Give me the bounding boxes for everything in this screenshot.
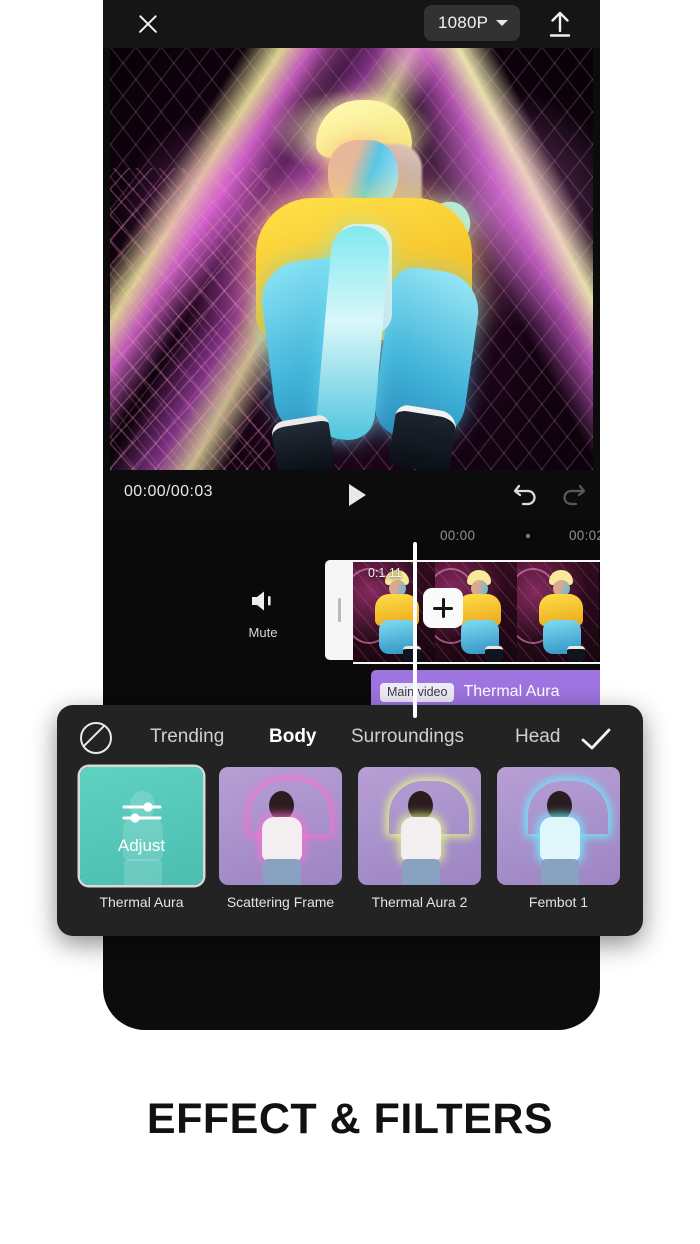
upload-icon-svg bbox=[549, 11, 571, 37]
effect-track-name: Thermal Aura bbox=[463, 683, 560, 700]
preview-photo bbox=[110, 48, 593, 470]
no-effect-icon[interactable] bbox=[80, 722, 112, 754]
page-title: EFFECT & FILTERS bbox=[146, 1095, 554, 1143]
tab-surroundings[interactable]: Surroundings bbox=[351, 726, 464, 748]
adjust-label: Adjust bbox=[117, 835, 166, 855]
effect-item-fembot-1[interactable]: Fembot 1 bbox=[497, 767, 620, 935]
effect-thumbnail-art bbox=[520, 775, 598, 885]
effect-thumbnail-art bbox=[381, 775, 459, 885]
effect-item-thermal-aura[interactable]: Adjust Thermal Aura bbox=[80, 767, 203, 935]
effect-label: Thermal Aura 2 bbox=[371, 894, 468, 910]
close-icon[interactable] bbox=[133, 9, 163, 39]
check-icon-svg bbox=[581, 728, 611, 750]
clip-frame bbox=[517, 562, 599, 662]
resolution-selector[interactable]: 1080P bbox=[424, 5, 521, 41]
redo-icon[interactable] bbox=[558, 480, 588, 513]
tab-head[interactable]: Head bbox=[515, 726, 560, 748]
effect-label: Scattering Frame bbox=[226, 894, 335, 910]
timeline-ruler[interactable]: 00:00 00:02 bbox=[103, 518, 600, 554]
effects-panel: Trending Body Surroundings Head Adjust T… bbox=[57, 705, 643, 936]
tab-body[interactable]: Body bbox=[269, 726, 317, 748]
timeline[interactable]: 00:00 00:02 Mute bbox=[103, 518, 600, 718]
sliders-icon bbox=[122, 801, 161, 823]
video-preview[interactable] bbox=[110, 48, 593, 470]
effect-thumbnail bbox=[497, 767, 620, 885]
effect-item-thermal-aura-2[interactable]: Thermal Aura 2 bbox=[358, 767, 481, 935]
undo-icon-svg bbox=[513, 484, 536, 506]
add-clip-button[interactable] bbox=[423, 588, 463, 628]
redo-icon-svg bbox=[563, 484, 586, 506]
effects-list[interactable]: Adjust Thermal Aura Scattering Frame The… bbox=[69, 767, 643, 935]
upload-icon[interactable] bbox=[543, 8, 577, 42]
editor-top-bar: 1080P bbox=[103, 0, 600, 48]
tab-trending[interactable]: Trending bbox=[150, 726, 224, 748]
effect-thumbnail bbox=[219, 767, 342, 885]
effect-thumbnail: Adjust bbox=[80, 767, 203, 885]
adjust-overlay[interactable]: Adjust bbox=[80, 767, 203, 885]
chevron-down-icon bbox=[496, 20, 509, 26]
clip-trim-handle-left[interactable] bbox=[325, 560, 353, 660]
ruler-tick-1: 00:02 bbox=[569, 528, 600, 543]
effect-thumbnail-art bbox=[242, 775, 320, 885]
effect-thumbnail bbox=[358, 767, 481, 885]
play-icon[interactable] bbox=[343, 482, 369, 508]
mute-button[interactable]: Mute bbox=[231, 588, 295, 640]
preview-subject-shoe-right bbox=[387, 403, 459, 470]
effect-track-badge: Main video bbox=[380, 682, 455, 702]
preview-subject-shoe-left bbox=[269, 413, 337, 470]
effect-label: Thermal Aura bbox=[99, 894, 184, 910]
mute-label: Mute bbox=[248, 625, 278, 640]
playhead-handle[interactable] bbox=[413, 542, 417, 718]
transport-bar: 00:00/00:03 bbox=[103, 470, 600, 518]
effect-item-scattering-frame[interactable]: Scattering Frame bbox=[219, 767, 342, 935]
resolution-label: 1080P bbox=[438, 13, 489, 32]
ruler-dot-0 bbox=[526, 534, 530, 538]
clip-duration-label: 0:1.11 bbox=[368, 566, 402, 580]
effects-tab-bar: Trending Body Surroundings Head bbox=[57, 705, 643, 767]
undo-icon[interactable] bbox=[511, 480, 541, 513]
preview-fence-texture bbox=[110, 168, 270, 470]
ruler-tick-0: 00:00 bbox=[440, 528, 476, 543]
speaker-mute-icon bbox=[252, 591, 271, 611]
time-readout: 00:00/00:03 bbox=[124, 483, 213, 500]
check-icon[interactable] bbox=[579, 725, 613, 755]
effect-label: Fembot 1 bbox=[528, 894, 589, 910]
